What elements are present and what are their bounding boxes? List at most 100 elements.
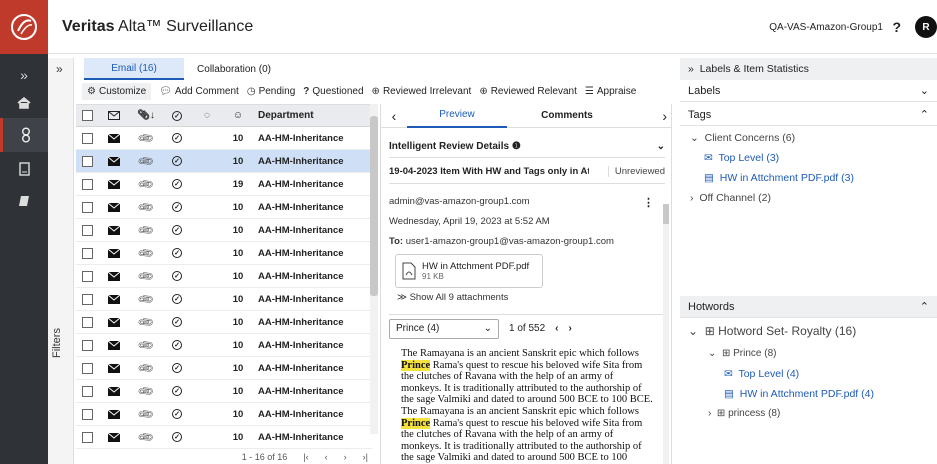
row-checkbox[interactable]: [76, 316, 98, 328]
row-checkbox[interactable]: [76, 362, 98, 374]
status-icon: ✓: [162, 156, 192, 166]
row-checkbox[interactable]: [76, 293, 98, 305]
select-all-checkbox[interactable]: [76, 110, 98, 121]
group-selector[interactable]: QA-VAS-Amazon-Group1: [769, 22, 883, 33]
appraise-button[interactable]: ☰ Appraise: [585, 86, 636, 97]
tree-top-level[interactable]: ✉ Top Level (3): [704, 152, 779, 164]
table-row[interactable]: 📎︎ ✓ 19 AA-HM-Inheritance: [76, 173, 372, 196]
table-row[interactable]: 📎︎ ✓ 10 AA-HM-Inheritance: [76, 127, 372, 150]
labels-section[interactable]: Labels ⌄: [680, 80, 937, 102]
table-scrollbar-thumb[interactable]: [370, 116, 378, 296]
prev-hit-icon[interactable]: ‹: [555, 323, 558, 334]
row-checkbox[interactable]: [76, 339, 98, 351]
department-cell: AA-HM-Inheritance: [258, 385, 344, 397]
filters-panel[interactable]: » Filters: [48, 58, 74, 464]
tree-off-channel[interactable]: › Off Channel (2): [690, 192, 771, 204]
table-row[interactable]: 📎︎ ✓ 10 AA-HM-Inheritance: [76, 426, 372, 449]
collapse-panel-icon[interactable]: »: [688, 63, 694, 75]
tree-princess[interactable]: › ⊞ princess (8): [708, 408, 780, 419]
table-row[interactable]: 📎︎ ✓ 10 AA-HM-Inheritance: [76, 265, 372, 288]
score-cell: 10: [232, 155, 244, 167]
more-options-icon[interactable]: ⋮: [643, 196, 654, 209]
show-all-attachments[interactable]: ≫ Show All 9 attachments: [397, 292, 508, 303]
row-checkbox[interactable]: [76, 224, 98, 236]
preview-scrollbar[interactable]: [663, 204, 669, 464]
tab-comments[interactable]: Comments: [507, 110, 627, 121]
first-page-icon[interactable]: |‹: [303, 452, 308, 462]
type-column-icon[interactable]: [98, 111, 130, 120]
attachment-icon: 📎︎: [137, 313, 156, 332]
score-column-icon[interactable]: ☺: [222, 110, 254, 121]
tab-collaboration[interactable]: Collaboration (0): [194, 58, 274, 80]
row-checkbox[interactable]: [76, 201, 98, 213]
row-checkbox[interactable]: [76, 178, 98, 190]
score-cell: 10: [232, 316, 244, 328]
row-checkbox[interactable]: [76, 408, 98, 420]
table-row[interactable]: 📎︎ ✓ 10 AA-HM-Inheritance: [76, 196, 372, 219]
attachment-icon: 📎︎: [137, 267, 156, 286]
attachment-card[interactable]: HW in Attchment PDF.pdf 91 KB: [395, 254, 543, 288]
hotwords-section[interactable]: Hotwords ⌃: [680, 296, 937, 318]
prev-page-icon[interactable]: ‹: [325, 452, 328, 462]
tree-hw-attachment[interactable]: ▤ HW in Attchment PDF.pdf (3): [704, 172, 854, 184]
table-row[interactable]: 📎︎ ✓ 10 AA-HM-Inheritance: [76, 150, 372, 173]
table-row[interactable]: 📎︎ ✓ 10 AA-HM-Inheritance: [76, 403, 372, 426]
help-button[interactable]: ?: [892, 19, 901, 35]
customize-button[interactable]: ⚙ Customize: [82, 82, 152, 100]
library-icon[interactable]: [0, 184, 48, 218]
reviewed-relevant-button[interactable]: ⊕ Reviewed Relevant: [479, 86, 577, 97]
preview-scrollbar-thumb[interactable]: [663, 204, 669, 224]
row-checkbox[interactable]: [76, 270, 98, 282]
next-item-icon[interactable]: ›: [627, 108, 667, 124]
review-status[interactable]: Unreviewed: [607, 166, 665, 177]
surveillance-icon[interactable]: [0, 118, 48, 152]
tree-hw-pdf[interactable]: ▤ HW in Attchment PDF.pdf (4): [724, 388, 874, 400]
tags-section[interactable]: Tags ⌃: [680, 104, 937, 126]
panel-title: Labels & Item Statistics: [699, 63, 809, 75]
row-checkbox[interactable]: [76, 132, 98, 144]
tree-prince[interactable]: ⌄ ⊞ Prince (8): [708, 348, 776, 359]
email-icon: [98, 179, 130, 189]
attachment-icon: 📎︎: [137, 175, 156, 194]
last-page-icon[interactable]: ›|: [363, 452, 368, 462]
comment-column-icon[interactable]: ◌: [192, 110, 222, 121]
tree-client-concerns[interactable]: ⌄ Client Concerns (6): [690, 132, 795, 144]
row-checkbox[interactable]: [76, 155, 98, 167]
reviewed-irrelevant-button[interactable]: ⊕ Reviewed Irrelevant: [372, 86, 472, 97]
row-checkbox[interactable]: [76, 431, 98, 443]
row-checkbox[interactable]: [76, 385, 98, 397]
pending-button[interactable]: ◷ Pending: [247, 86, 295, 97]
hit-term-select[interactable]: Prince (4) ⌄: [389, 318, 499, 339]
score-cell: 10: [232, 408, 244, 420]
chevron-down-icon[interactable]: ⌄: [657, 141, 665, 152]
tree-hotword-set[interactable]: ⌄ ⊞ Hotword Set- Royalty (16): [688, 324, 856, 338]
attachment-sort-icon[interactable]: 📎︎↓: [130, 110, 162, 121]
table-row[interactable]: 📎︎ ✓ 10 AA-HM-Inheritance: [76, 380, 372, 403]
table-row[interactable]: 📎︎ ✓ 10 AA-HM-Inheritance: [76, 288, 372, 311]
department-header[interactable]: Department: [254, 110, 364, 121]
table-row[interactable]: 📎︎ ✓ 10 AA-HM-Inheritance: [76, 334, 372, 357]
table-row[interactable]: 📎︎ ✓ 10 AA-HM-Inheritance: [76, 311, 372, 334]
row-checkbox[interactable]: [76, 247, 98, 259]
tab-email[interactable]: Email (16): [84, 58, 184, 80]
filters-expand-icon[interactable]: »: [56, 62, 63, 76]
intelligent-review-header[interactable]: Intelligent Review Details ❶ ⌄: [389, 136, 665, 158]
table-row[interactable]: 📎︎ ✓ 10 AA-HM-Inheritance: [76, 357, 372, 380]
reviewed-column-icon[interactable]: ✓: [162, 110, 192, 121]
tab-preview[interactable]: Preview: [407, 104, 507, 128]
reports-icon[interactable]: [0, 152, 48, 186]
tree-hw-top-level[interactable]: ✉ Top Level (4): [724, 368, 799, 380]
prev-item-icon[interactable]: ‹: [381, 108, 407, 124]
table-row[interactable]: 📎︎ ✓ 10 AA-HM-Inheritance: [76, 242, 372, 265]
department-cell: AA-HM-Inheritance: [258, 247, 344, 259]
table-row[interactable]: 📎︎ ✓ 10 AA-HM-Inheritance: [76, 219, 372, 242]
status-icon: ✓: [162, 271, 192, 281]
next-page-icon[interactable]: ›: [344, 452, 347, 462]
app-logo[interactable]: [0, 0, 48, 54]
questioned-button[interactable]: ? Questioned: [303, 86, 363, 97]
labels-panel-header[interactable]: » Labels & Item Statistics: [680, 58, 937, 80]
user-avatar[interactable]: R: [915, 16, 937, 38]
add-comment-button[interactable]: 💬︎ Add Comment: [159, 86, 239, 97]
home-icon[interactable]: [0, 86, 48, 120]
next-hit-icon[interactable]: ›: [569, 323, 572, 334]
